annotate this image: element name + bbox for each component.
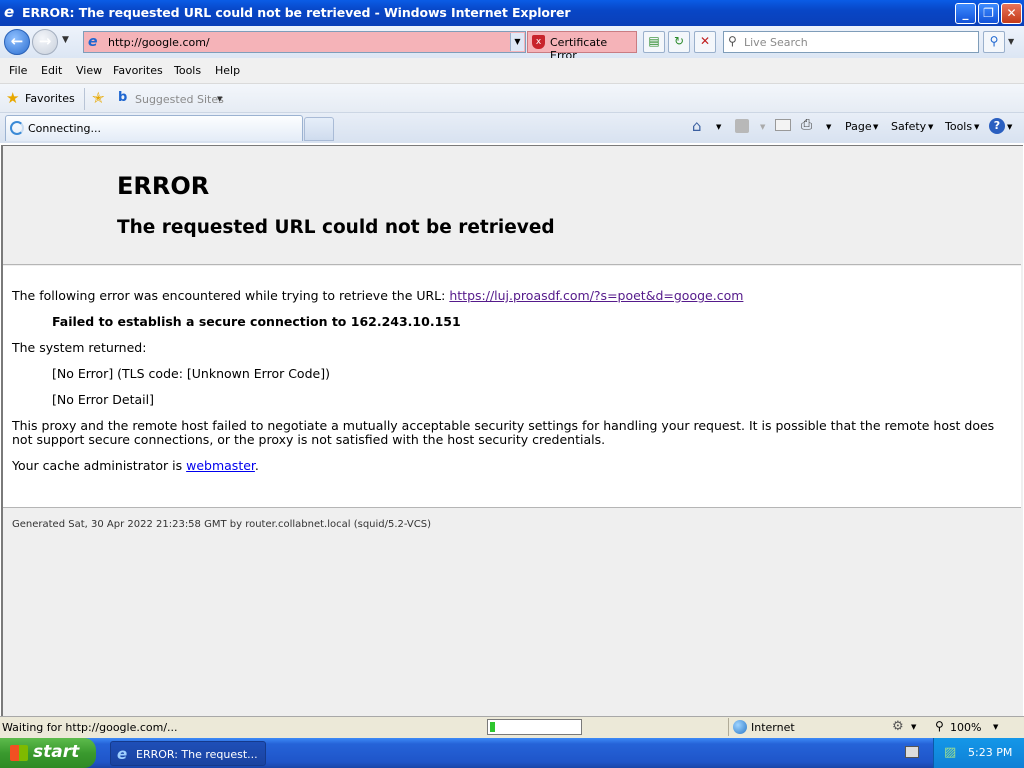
admin-prefix: Your cache administrator is xyxy=(12,458,187,473)
globe-icon xyxy=(733,720,747,734)
back-button[interactable]: ← xyxy=(4,29,30,55)
address-dropdown-icon[interactable]: ▼ xyxy=(510,33,524,51)
search-icon: ⚲ xyxy=(728,34,737,48)
intro-text: The following error was encountered whil… xyxy=(12,288,450,303)
history-dropdown-icon[interactable]: ▼ xyxy=(62,35,69,45)
progress-bar xyxy=(487,719,582,735)
print-dropdown-icon[interactable]: ▼ xyxy=(826,123,831,131)
stop-icon[interactable]: ✕ xyxy=(694,31,716,53)
search-options-icon[interactable]: ▼ xyxy=(1008,37,1014,46)
suggested-sites-button[interactable]: Suggested Sites xyxy=(135,93,224,106)
home-icon[interactable]: ⌂ xyxy=(692,117,702,135)
safety-menu[interactable]: Safety xyxy=(891,120,926,133)
status-separator xyxy=(728,718,729,736)
error-intro: The following error was encountered whil… xyxy=(12,288,743,303)
taskbar-ie-window[interactable]: e ERROR: The request... xyxy=(110,741,266,766)
certificate-error-button[interactable]: x Certificate Error xyxy=(527,31,637,62)
feeds-dropdown-icon: ▼ xyxy=(760,123,766,131)
home-dropdown-icon[interactable]: ▼ xyxy=(716,123,721,131)
tab-label: Connecting... xyxy=(28,122,101,135)
admin-line: Your cache administrator is webmaster. xyxy=(12,458,259,473)
suggested-sites-dropdown-icon[interactable]: ▼ xyxy=(217,95,222,103)
status-text: Waiting for http://google.com/... xyxy=(2,721,178,734)
progress-fill xyxy=(490,722,495,732)
maximize-button[interactable]: ❐ xyxy=(978,3,999,24)
page-menu[interactable]: Page xyxy=(845,120,872,133)
tab-connecting[interactable]: Connecting... xyxy=(5,115,303,141)
menu-view[interactable]: View xyxy=(76,64,102,77)
windows-logo-icon xyxy=(10,745,28,761)
new-tab-button[interactable] xyxy=(304,117,334,141)
ie-task-icon: e xyxy=(117,745,128,763)
page-subtitle: The requested URL could not be retrieved xyxy=(117,217,555,238)
favorites-star-icon: ★ xyxy=(6,89,20,107)
add-favorites-icon[interactable]: ✭ xyxy=(92,89,105,107)
menu-tools[interactable]: Tools xyxy=(174,64,201,77)
help-dropdown-icon[interactable]: ▼ xyxy=(1007,123,1012,131)
system-tray: ▨ 5:23 PM xyxy=(933,738,1024,768)
help-icon[interactable]: ? xyxy=(989,118,1005,134)
menu-edit[interactable]: Edit xyxy=(41,64,62,77)
read-mail-icon[interactable] xyxy=(775,119,791,131)
zone-label[interactable]: Internet xyxy=(751,721,795,734)
explanation-line-1: This proxy and the remote host failed to… xyxy=(12,418,995,433)
address-bar[interactable]: e http://google.com/ ▼ xyxy=(83,31,526,53)
search-box[interactable]: ⚲ Live Search xyxy=(723,31,979,53)
network-tray-icon[interactable]: ▨ xyxy=(944,745,956,760)
failure-message: Failed to establish a secure connection … xyxy=(52,314,461,329)
page-icon: e xyxy=(88,34,98,50)
window-title: ERROR: The requested URL could not be re… xyxy=(22,5,571,20)
print-icon[interactable]: ⎙ xyxy=(801,117,812,133)
minimize-button[interactable]: _ xyxy=(955,3,976,24)
tools-dropdown-icon: ▼ xyxy=(974,123,980,131)
zoom-icon[interactable]: ⚲ xyxy=(935,719,944,733)
shield-error-icon: x xyxy=(532,35,545,49)
refresh-icon[interactable]: ↻ xyxy=(668,31,690,53)
title-bar[interactable]: e ERROR: The requested URL could not be … xyxy=(0,0,1024,26)
feeds-icon[interactable] xyxy=(735,119,749,133)
system-returned-label: The system returned: xyxy=(12,340,147,355)
tools-menu[interactable]: Tools xyxy=(945,120,972,133)
tls-code: [No Error] (TLS code: [Unknown Error Cod… xyxy=(52,366,330,381)
loading-spinner-icon xyxy=(10,121,24,135)
favorites-button[interactable]: Favorites xyxy=(25,92,75,105)
ie-logo-icon: e xyxy=(4,3,15,21)
compatibility-view-icon[interactable]: ▤ xyxy=(643,31,665,53)
clock[interactable]: 5:23 PM xyxy=(968,746,1012,759)
error-detail: [No Error Detail] xyxy=(52,392,154,407)
generated-footer: Generated Sat, 30 Apr 2022 21:23:58 GMT … xyxy=(12,519,431,530)
zoom-level[interactable]: 100% xyxy=(950,721,981,734)
safety-dropdown-icon: ▼ xyxy=(928,123,934,131)
admin-suffix: . xyxy=(254,458,259,473)
search-input[interactable]: Live Search xyxy=(744,36,808,49)
menu-help[interactable]: Help xyxy=(215,64,240,77)
explanation-line-2: not support secure connections, or the p… xyxy=(12,432,606,447)
close-button[interactable]: ✕ xyxy=(1001,3,1022,24)
start-label: start xyxy=(33,742,80,762)
address-input[interactable]: http://google.com/ xyxy=(108,36,210,49)
protected-mode-dropdown-icon[interactable]: ▼ xyxy=(911,723,916,731)
favorites-separator xyxy=(84,88,85,110)
start-button[interactable]: start xyxy=(0,738,96,768)
page-title: ERROR xyxy=(117,172,210,200)
task-label: ERROR: The request... xyxy=(136,748,258,761)
protected-mode-icon[interactable]: ⚙ xyxy=(892,719,904,734)
menu-file[interactable]: File xyxy=(9,64,27,77)
menu-favorites[interactable]: Favorites xyxy=(113,64,163,77)
error-url-link[interactable]: https://luj.proasdf.com/?s=poet&d=googe.… xyxy=(449,288,743,303)
webmaster-link[interactable]: webmaster xyxy=(186,458,255,473)
error-header xyxy=(3,147,1021,265)
search-button[interactable]: ⚲ xyxy=(983,31,1005,53)
page-dropdown-icon: ▼ xyxy=(873,123,879,131)
suggested-sites-icon: b xyxy=(118,90,128,105)
zoom-dropdown-icon[interactable]: ▼ xyxy=(993,723,998,731)
keyboard-tray-icon[interactable] xyxy=(905,746,919,758)
forward-button[interactable]: → xyxy=(32,29,58,55)
